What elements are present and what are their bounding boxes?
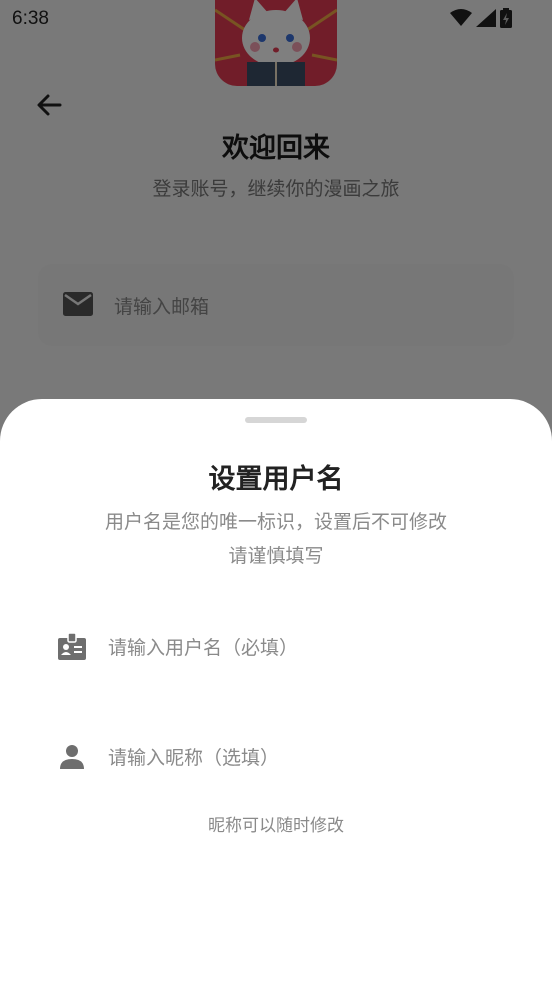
id-badge-icon xyxy=(58,632,86,660)
nickname-hint: 昵称可以随时修改 xyxy=(208,816,344,836)
sheet-title: 设置用户名 xyxy=(208,464,344,495)
username-input[interactable]: 请输入用户名（必填） xyxy=(40,615,512,675)
sheet-description: 用户名是您的唯一标识，设置后不可修改 请谨慎填写 xyxy=(0,505,552,573)
sheet-description-line-1: 用户名是您的唯一标识，设置后不可修改 xyxy=(104,511,447,533)
person-icon xyxy=(60,745,84,769)
nickname-input[interactable]: 请输入昵称（选填） xyxy=(40,725,512,785)
drag-handle[interactable] xyxy=(245,417,307,423)
username-placeholder: 请输入用户名（必填） xyxy=(108,637,299,659)
set-username-sheet: 设置用户名 用户名是您的唯一标识，设置后不可修改 请谨慎填写 请输入用户名（必填… xyxy=(0,399,552,981)
nickname-placeholder: 请输入昵称（选填） xyxy=(108,747,280,769)
sheet-description-line-2: 请谨慎填写 xyxy=(228,545,324,567)
